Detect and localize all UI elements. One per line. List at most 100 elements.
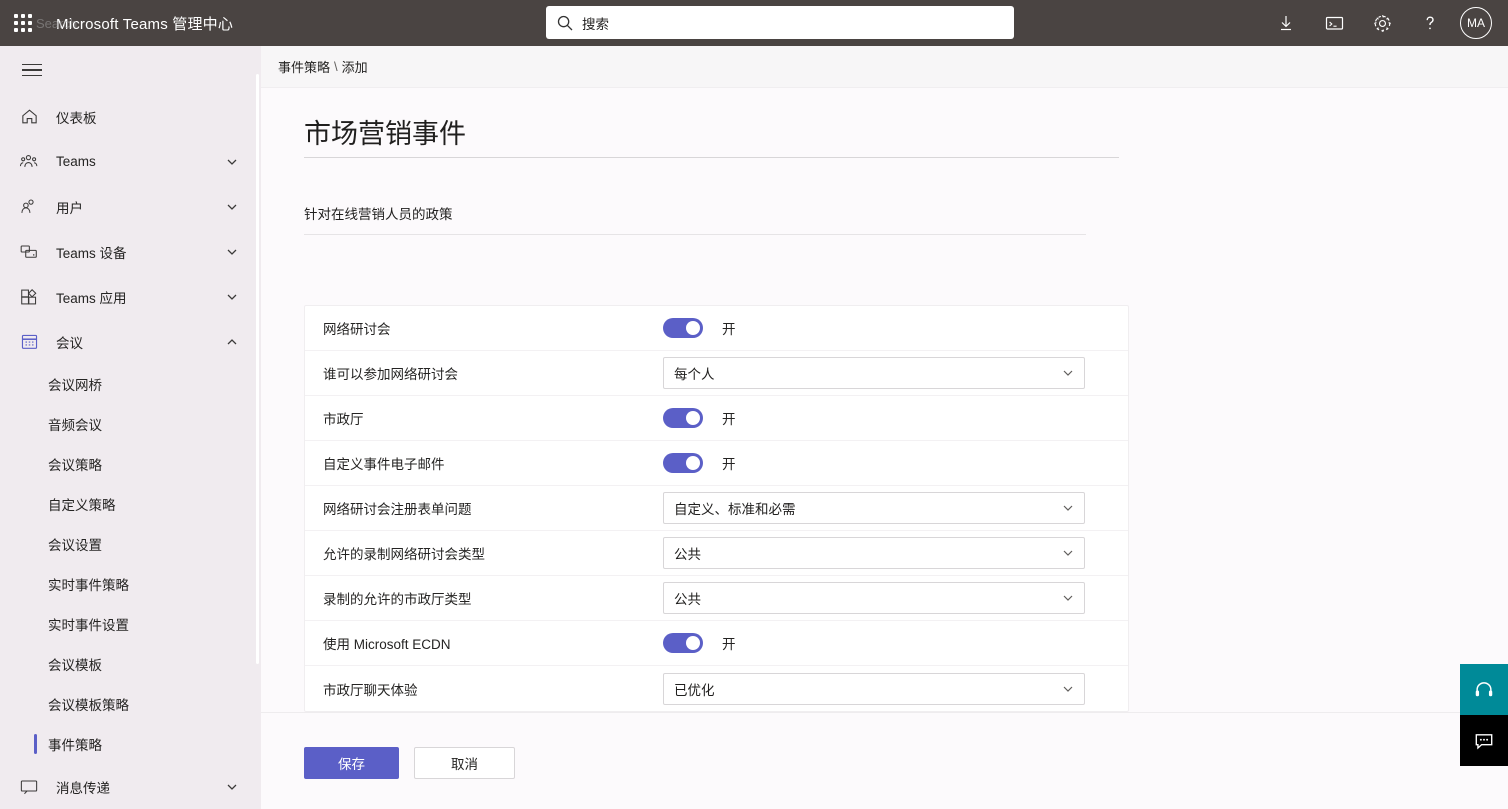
sidebar-scrollbar-thumb[interactable] xyxy=(256,74,259,664)
form-actions: 保存 取消 xyxy=(304,747,515,779)
chevron-down-icon xyxy=(1061,682,1075,696)
breadcrumb-current: 添加 xyxy=(341,60,368,75)
search-input[interactable] xyxy=(582,15,1004,30)
sidebar-subitem-meeting-settings[interactable]: 会议设置 xyxy=(0,524,261,564)
toggle-state-text: 开 xyxy=(722,457,736,472)
setting-label: 自定义事件电子邮件 xyxy=(323,457,445,472)
sidebar-toggle-button[interactable] xyxy=(8,46,56,94)
sidebar-item-dashboard[interactable]: 仪表板 xyxy=(0,94,261,139)
chat-button[interactable] xyxy=(1460,715,1508,766)
sidebar-item-label: 消息传递 xyxy=(56,780,110,796)
global-search[interactable] xyxy=(546,6,1014,39)
save-button[interactable]: 保存 xyxy=(304,747,399,779)
sidebar-subitem-meeting-templates[interactable]: 会议模板 xyxy=(0,644,261,684)
setting-row-town-hall-chat-experience: 市政厅聊天体验 已优化 xyxy=(305,666,1128,711)
command-prompt-icon[interactable] xyxy=(1310,0,1358,46)
chevron-down-icon xyxy=(225,200,239,214)
sidebar-subitem-label: 会议模板 xyxy=(48,658,102,673)
sidebar-item-meetings[interactable]: 会议 xyxy=(0,319,261,364)
policy-name-input[interactable] xyxy=(304,112,1119,158)
setting-label: 网络研讨会注册表单问题 xyxy=(323,502,472,517)
help-icon[interactable] xyxy=(1406,0,1454,46)
toggle-use-microsoft-ecdn[interactable] xyxy=(663,633,703,653)
sidebar-navigation: 仪表板 Teams 用户 Teams 设备 Teams 应用 会议 会议网桥 音… xyxy=(0,46,261,809)
sidebar-item-teams-devices[interactable]: Teams 设备 xyxy=(0,229,261,274)
select-value: 公共 xyxy=(674,547,701,562)
top-app-bar: Microsoft Teams 管理中心 Search xyxy=(0,0,1508,46)
breadcrumb: 事件策略 \ 添加 xyxy=(261,46,1508,88)
floating-action-widgets xyxy=(1460,664,1508,766)
device-icon xyxy=(18,241,40,263)
setting-label: 谁可以参加网络研讨会 xyxy=(323,367,458,382)
sidebar-subitem-label: 会议策略 xyxy=(48,458,102,473)
chevron-down-icon xyxy=(1061,366,1075,380)
sidebar-item-label: 会议 xyxy=(56,335,83,351)
select-recording-town-hall-types[interactable]: 公共 xyxy=(663,582,1085,614)
avatar[interactable]: MA xyxy=(1460,7,1492,39)
toggle-custom-event-emails[interactable] xyxy=(663,453,703,473)
setting-label: 网络研讨会 xyxy=(323,322,391,337)
chevron-down-icon xyxy=(1061,546,1075,560)
sidebar-item-label: Teams 设备 xyxy=(56,245,127,261)
sidebar-subitem-audio-conferencing[interactable]: 音频会议 xyxy=(0,404,261,444)
toggle-webinars[interactable] xyxy=(663,318,703,338)
sidebar-item-messaging[interactable]: 消息传递 xyxy=(0,764,261,809)
sidebar-subitem-customization-policies[interactable]: 自定义策略 xyxy=(0,484,261,524)
sidebar-subitem-meeting-policies[interactable]: 会议策略 xyxy=(0,444,261,484)
toggle-state-text: 开 xyxy=(722,412,736,427)
sidebar-subitem-label: 会议设置 xyxy=(48,538,102,553)
toggle-state-text: 开 xyxy=(722,637,736,652)
sidebar-subitem-meeting-template-policies[interactable]: 会议模板策略 xyxy=(0,684,261,724)
download-icon[interactable] xyxy=(1262,0,1310,46)
chevron-down-icon xyxy=(225,290,239,304)
select-value: 公共 xyxy=(674,592,701,607)
sidebar-subitem-label: 音频会议 xyxy=(48,418,102,433)
sidebar-item-users[interactable]: 用户 xyxy=(0,184,261,229)
sidebar-subitem-event-policies[interactable]: 事件策略 xyxy=(0,724,261,764)
sidebar-subitem-label: 会议模板策略 xyxy=(48,698,129,713)
setting-row-registration-form-questions: 网络研讨会注册表单问题 自定义、标准和必需 xyxy=(305,486,1128,531)
chevron-down-icon xyxy=(1061,591,1075,605)
sidebar-scrollbar[interactable] xyxy=(254,46,261,809)
app-title: Microsoft Teams 管理中心 xyxy=(56,15,234,33)
settings-card: 网络研讨会 开 谁可以参加网络研讨会 每个人 市政厅 开 自定义事件电子邮件 开… xyxy=(304,305,1129,712)
toggle-state-text: 开 xyxy=(722,322,736,337)
policy-description-input[interactable] xyxy=(304,201,1086,235)
setting-label: 允许的录制网络研讨会类型 xyxy=(323,547,485,562)
support-button[interactable] xyxy=(1460,664,1508,715)
page-body: 网络研讨会 开 谁可以参加网络研讨会 每个人 xyxy=(261,112,1508,712)
select-value: 每个人 xyxy=(674,367,715,382)
select-value: 自定义、标准和必需 xyxy=(674,502,796,517)
setting-row-town-halls: 市政厅 开 xyxy=(305,396,1128,441)
setting-label: 市政厅 xyxy=(323,412,364,427)
sidebar-item-teams-apps[interactable]: Teams 应用 xyxy=(0,274,261,319)
sidebar-subitem-label: 实时事件设置 xyxy=(48,618,129,633)
select-who-can-join-webinars[interactable]: 每个人 xyxy=(663,357,1085,389)
breadcrumb-parent[interactable]: 事件策略 xyxy=(278,57,330,76)
sidebar-subitem-label: 事件策略 xyxy=(48,738,102,753)
sidebar-subitem-live-events-settings[interactable]: 实时事件设置 xyxy=(0,604,261,644)
setting-row-recording-town-hall-types: 录制的允许的市政厅类型 公共 xyxy=(305,576,1128,621)
app-launcher-button[interactable] xyxy=(0,0,46,46)
setting-row-custom-event-emails: 自定义事件电子邮件 开 xyxy=(305,441,1128,486)
select-town-hall-chat-experience[interactable]: 已优化 xyxy=(663,672,1085,705)
select-recording-webinar-types[interactable]: 公共 xyxy=(663,537,1085,569)
setting-row-who-can-join-webinars: 谁可以参加网络研讨会 每个人 xyxy=(305,351,1128,396)
calendar-icon xyxy=(18,331,40,353)
sidebar-item-teams[interactable]: Teams xyxy=(0,139,261,184)
sidebar-subitem-label: 实时事件策略 xyxy=(48,578,129,593)
main-content: 事件策略 \ 添加 网络研讨会 开 谁可以参加网络研讨会 每个人 xyxy=(261,46,1508,809)
sidebar-subitem-live-events-policies[interactable]: 实时事件策略 xyxy=(0,564,261,604)
setting-label: 录制的允许的市政厅类型 xyxy=(323,592,472,607)
chevron-down-icon xyxy=(1061,501,1075,515)
footer-divider xyxy=(261,712,1508,713)
select-registration-form-questions[interactable]: 自定义、标准和必需 xyxy=(663,492,1085,524)
message-icon xyxy=(18,776,40,798)
chevron-up-icon xyxy=(225,335,239,349)
toggle-town-halls[interactable] xyxy=(663,408,703,428)
cancel-button[interactable]: 取消 xyxy=(414,747,515,779)
gear-icon[interactable] xyxy=(1358,0,1406,46)
setting-row-use-microsoft-ecdn: 使用 Microsoft ECDN 开 xyxy=(305,621,1128,666)
support-headset-icon xyxy=(1473,679,1495,701)
sidebar-subitem-conference-bridges[interactable]: 会议网桥 xyxy=(0,364,261,404)
